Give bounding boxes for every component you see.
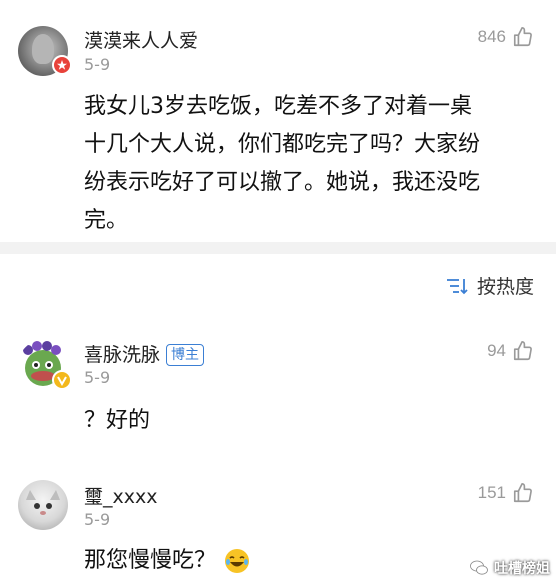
sort-label: 按热度 <box>476 276 534 298</box>
comment-text: 我女儿3岁去吃饭，吃差不多了对着一桌 十几个大人说，你们都吃完了吗？大家纷 纷表… <box>84 94 481 233</box>
verified-badge-icon <box>52 370 72 390</box>
author-tag: 博主 <box>166 344 205 366</box>
wechat-icon <box>470 560 488 575</box>
username[interactable]: 漠漠来人人爱 <box>84 26 198 53</box>
laughing-tears-emoji-icon <box>225 549 250 573</box>
comment-date: 5-9 <box>84 368 111 387</box>
username[interactable]: 璽_xxxx <box>84 482 157 509</box>
watermark-text: 吐槽榜姐 <box>494 561 550 577</box>
like-count: 94 <box>487 341 506 360</box>
thumbs-up-icon <box>513 483 532 503</box>
section-divider <box>0 242 556 254</box>
sort-by-hot-button[interactable]: 按热度 <box>445 272 534 299</box>
like-button[interactable]: 846 <box>478 26 534 48</box>
sort-icon <box>446 278 468 294</box>
comment-item: 喜脉洗脉 博主 5-9 94 ？好的 <box>0 330 556 450</box>
comment-text: 那您慢慢吃？ <box>84 542 534 580</box>
like-button[interactable]: 94 <box>487 340 534 362</box>
verified-badge-icon <box>52 55 72 75</box>
like-count: 846 <box>477 27 506 46</box>
like-button[interactable]: 151 <box>478 482 534 504</box>
thumbs-up-icon <box>513 341 532 361</box>
username[interactable]: 喜脉洗脉 博主 <box>84 340 205 367</box>
comment-text: ？好的 <box>84 408 151 433</box>
like-count: 151 <box>477 483 506 502</box>
comment-date: 5-9 <box>84 55 111 74</box>
thumbs-up-icon <box>513 27 532 47</box>
avatar[interactable] <box>18 480 68 530</box>
watermark: 吐槽榜姐 <box>470 558 550 578</box>
comment-item: 漠漠来人人爱 5-9 846 我女儿3岁去吃饭，吃差不多了对着一桌 十几个大人说… <box>0 0 556 242</box>
comment-date: 5-9 <box>84 510 111 529</box>
